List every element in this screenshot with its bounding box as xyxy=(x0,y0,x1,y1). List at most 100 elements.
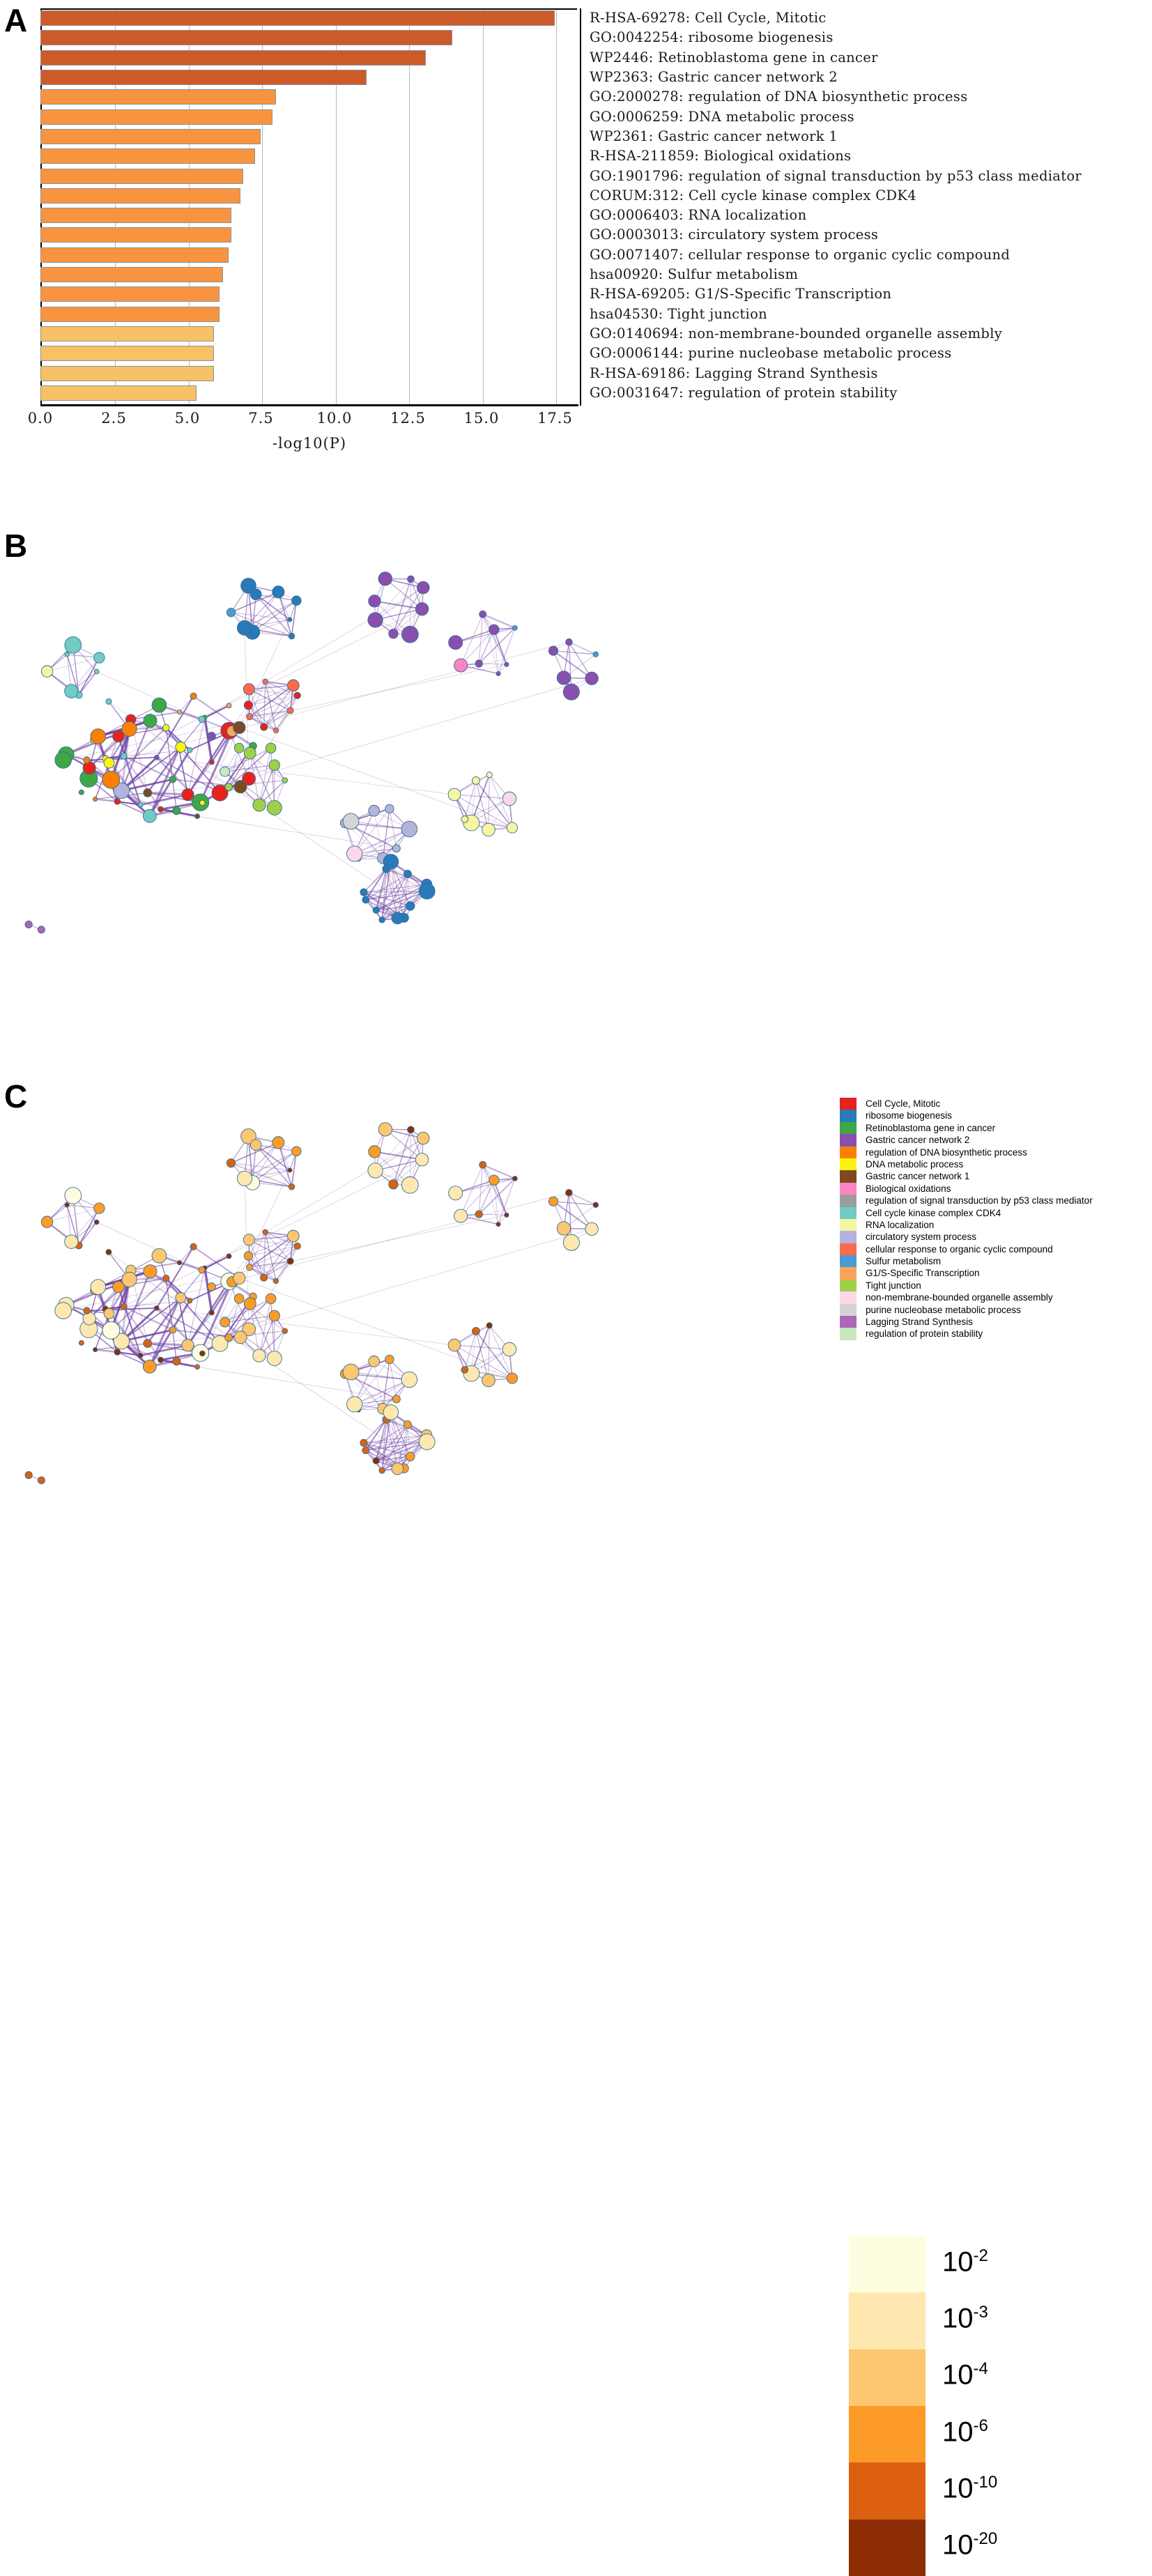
term-label: GO:0006403: RNA localization xyxy=(590,207,806,223)
network-node xyxy=(392,1463,404,1475)
network-node xyxy=(362,1447,369,1454)
network-node xyxy=(144,789,152,797)
network-node xyxy=(378,572,392,585)
network-node xyxy=(187,1298,192,1303)
network-node xyxy=(121,1303,127,1310)
network-node xyxy=(472,776,479,784)
network-node xyxy=(154,1305,159,1310)
network-node xyxy=(237,620,252,635)
network-node xyxy=(122,1272,137,1287)
network-node xyxy=(489,624,499,634)
pvalue-colorbar xyxy=(849,2236,926,2576)
network-node xyxy=(392,845,400,852)
bar xyxy=(40,247,229,263)
network-node xyxy=(209,760,214,765)
bar xyxy=(40,169,243,184)
network-node xyxy=(417,1132,429,1144)
network-node xyxy=(502,1342,516,1356)
panel-b: B Cell Cycle, Mitoticribosome biogenesis… xyxy=(0,488,1152,1018)
network-node xyxy=(83,762,95,774)
network-node xyxy=(401,1372,417,1388)
network-node xyxy=(208,1282,216,1291)
network-node xyxy=(360,889,367,896)
panel-a: A R-HSA-69278: Cell Cycle, MitoticGO:004… xyxy=(0,0,1152,460)
network-node xyxy=(383,1405,399,1420)
bar xyxy=(40,188,240,204)
bar xyxy=(40,227,231,243)
network-node xyxy=(152,698,167,712)
network-edge xyxy=(271,748,275,808)
bar-row xyxy=(40,385,197,401)
network-node xyxy=(415,603,428,615)
network-node xyxy=(84,1308,91,1314)
network-node xyxy=(378,1123,392,1136)
network-node xyxy=(144,714,157,728)
network-node xyxy=(347,1397,362,1412)
network-node xyxy=(169,1326,176,1333)
network-edge xyxy=(197,816,397,848)
network-node xyxy=(475,660,482,667)
bar-row xyxy=(40,50,426,66)
network-node xyxy=(292,596,302,606)
bar-row xyxy=(40,10,555,26)
grid-line xyxy=(115,10,116,404)
network-node xyxy=(244,747,256,759)
bar xyxy=(40,148,255,164)
enrichment-network-pvalue-colored xyxy=(0,1038,836,1568)
network-node xyxy=(104,1308,114,1319)
network-node xyxy=(143,809,156,822)
network-node xyxy=(65,1203,69,1207)
network-node xyxy=(401,821,417,837)
network-node xyxy=(512,1176,517,1181)
network-node xyxy=(122,721,137,736)
network-node xyxy=(233,721,245,733)
bar xyxy=(40,208,231,223)
network-edge xyxy=(483,1165,498,1224)
network-node xyxy=(294,692,300,698)
network-node xyxy=(482,1374,496,1387)
network-node xyxy=(496,671,500,675)
term-label: GO:0031647: regulation of protein stabil… xyxy=(590,385,898,401)
network-node xyxy=(65,652,69,657)
network-node xyxy=(144,1265,157,1278)
network-node xyxy=(114,799,121,805)
network-node xyxy=(507,822,517,833)
network-node xyxy=(392,1395,400,1403)
network-node xyxy=(404,870,411,877)
colorbar-label: 10-20 xyxy=(942,2531,997,2559)
term-label: hsa04530: Tight junction xyxy=(590,306,767,322)
network-node xyxy=(65,684,78,698)
bar xyxy=(40,385,197,401)
network-node xyxy=(93,797,98,801)
network-node xyxy=(237,1171,252,1186)
network-node xyxy=(220,1317,230,1327)
network-node xyxy=(41,1216,52,1227)
network-node xyxy=(482,823,496,836)
grid-line xyxy=(483,10,484,404)
network-node xyxy=(152,1248,167,1263)
network-node xyxy=(472,1327,479,1335)
term-label: GO:0006259: DNA metabolic process xyxy=(590,109,854,125)
grid-line xyxy=(189,10,190,404)
network-node xyxy=(496,1222,500,1226)
bar xyxy=(40,10,555,26)
grid-line xyxy=(336,10,337,404)
network-node xyxy=(505,1213,509,1217)
network-node xyxy=(289,633,295,639)
network-node xyxy=(563,684,579,700)
network-edge xyxy=(63,664,507,760)
network-node xyxy=(505,662,509,666)
network-node xyxy=(269,1310,279,1321)
network-edge xyxy=(366,1425,408,1450)
network-node xyxy=(475,1211,482,1218)
term-label: GO:0071407: cellular response to organic… xyxy=(590,247,1010,263)
bar xyxy=(40,307,220,322)
network-node xyxy=(287,1230,299,1242)
term-label: hsa00920: Sulfur metabolism xyxy=(590,266,798,282)
bar-row xyxy=(40,129,261,144)
network-node xyxy=(226,1254,231,1259)
network-node xyxy=(261,723,268,730)
network-node xyxy=(263,1229,268,1235)
network-node xyxy=(267,1351,282,1366)
network-node xyxy=(176,1293,186,1303)
